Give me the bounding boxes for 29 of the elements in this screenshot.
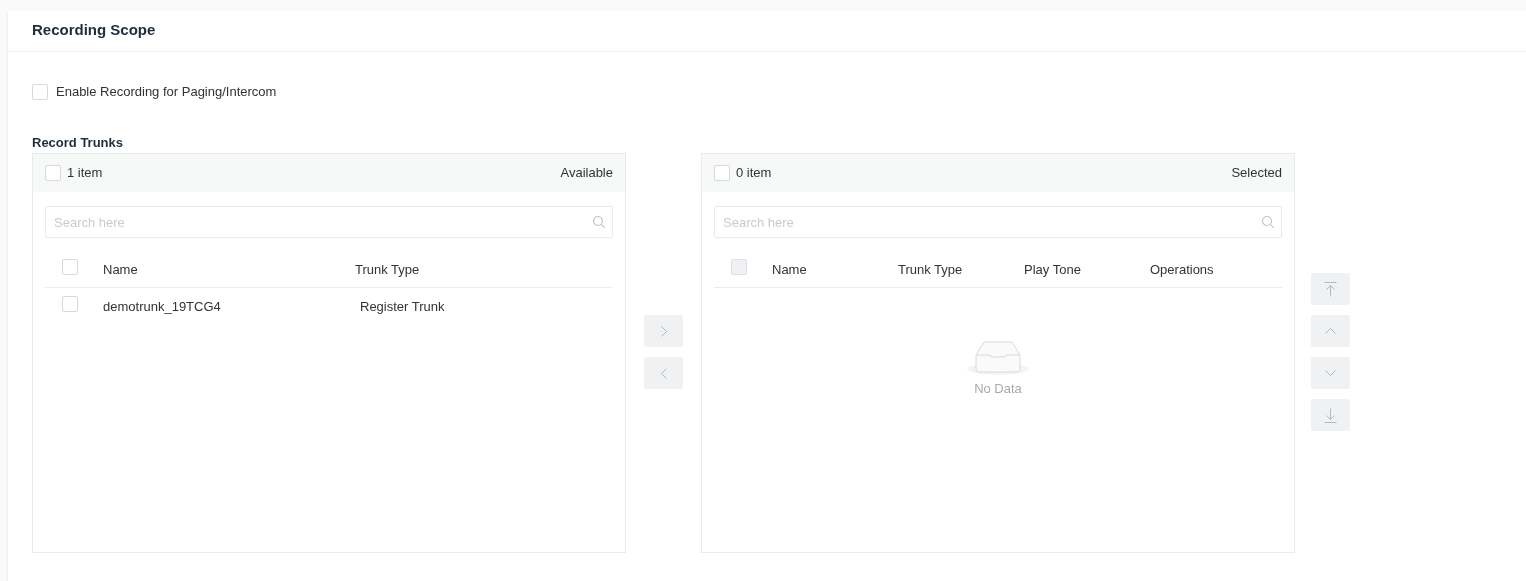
column-header: Trunk Type: [355, 260, 421, 279]
column-header: Name: [103, 260, 139, 279]
chevron-right-icon: [660, 325, 667, 337]
chevron-down-icon: [1325, 370, 1336, 376]
column-header: Name: [772, 260, 808, 279]
column-header: Operations: [1150, 260, 1215, 279]
table-cell-text: demotrunk_19TCG4: [103, 298, 222, 317]
field-label: Record Trunks: [32, 134, 125, 149]
checkbox[interactable]: [62, 258, 78, 275]
checkbox[interactable]: [45, 165, 61, 181]
panel-title: Selected: [1231, 164, 1282, 183]
arrow-to-top-icon: [1324, 281, 1337, 297]
chevron-left-icon: [660, 367, 667, 379]
empty-text: No Data: [974, 380, 1022, 398]
checkbox[interactable]: [32, 84, 48, 100]
search-icon: [592, 215, 606, 229]
checkbox[interactable]: [714, 165, 730, 181]
column-header: Play Tone: [1024, 260, 1082, 279]
chevron-up-icon: [1325, 328, 1336, 334]
item-count: 0 item: [736, 164, 772, 183]
section-title: Recording Scope: [32, 20, 156, 41]
arrow-to-bottom-icon: [1324, 407, 1337, 423]
checkbox[interactable]: [62, 296, 78, 312]
checkbox-label: Enable Recording for Paging/Intercom: [56, 83, 277, 102]
panel-title: Available: [560, 164, 613, 183]
search-icon: [1261, 215, 1275, 229]
item-count: 1 item: [67, 164, 103, 183]
column-header: Trunk Type: [898, 260, 964, 279]
table-cell-text: Register Trunk: [359, 298, 446, 317]
